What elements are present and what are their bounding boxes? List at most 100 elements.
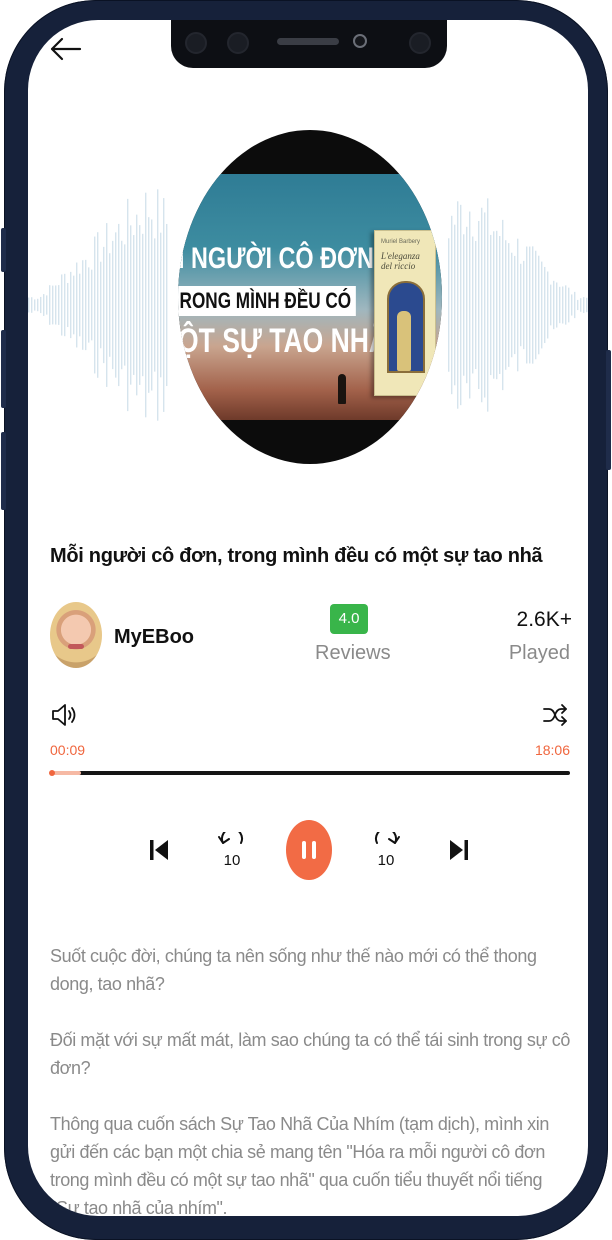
- soundwave-bar: [493, 231, 495, 379]
- soundwave-bar: [523, 260, 525, 350]
- progress-knob[interactable]: [49, 770, 55, 776]
- soundwave-bar: [166, 223, 168, 387]
- soundwave-bar: [88, 267, 90, 343]
- author-avatar[interactable]: [50, 602, 102, 668]
- soundwave-bar: [505, 240, 507, 370]
- soundwave-bar: [82, 260, 84, 350]
- walking-figure: [338, 374, 346, 404]
- soundwave-bar: [556, 282, 558, 328]
- soundwave-bar: [526, 246, 528, 364]
- soundwave-bar: [517, 238, 519, 372]
- soundwave-bar: [67, 282, 69, 328]
- soundwave-bar: [568, 287, 570, 323]
- phone-side-button: [1, 228, 6, 272]
- author-name[interactable]: MyEBoo: [114, 626, 194, 649]
- soundwave-bar: [85, 259, 87, 351]
- progress-bar[interactable]: [49, 770, 570, 776]
- phone-side-button: [1, 330, 6, 408]
- soundwave-bar: [514, 255, 516, 355]
- reviews-label[interactable]: Reviews: [315, 642, 391, 665]
- soundwave-bar: [550, 284, 552, 326]
- soundwave-bar: [586, 297, 588, 313]
- soundwave-bar: [508, 243, 510, 367]
- pause-button[interactable]: [286, 820, 332, 880]
- soundwave-bar: [577, 299, 579, 311]
- soundwave-bar: [487, 198, 489, 412]
- cover-text-line: RONG MÌNH ĐỀU CÓ: [178, 286, 356, 316]
- soundwave-bar: [73, 275, 75, 335]
- soundwave-bar: [37, 298, 39, 312]
- front-camera-lens: [353, 34, 367, 48]
- soundwave-bar: [466, 226, 468, 384]
- soundwave-bar: [55, 285, 57, 325]
- shuffle-button[interactable]: [542, 702, 568, 733]
- soundwave-bar: [46, 295, 48, 315]
- soundwave-bar: [136, 214, 138, 396]
- soundwave-bar: [574, 291, 576, 319]
- book-author: Muriel Barbery: [381, 239, 421, 245]
- shuffle-icon: [543, 704, 567, 726]
- soundwave-bar: [580, 298, 582, 312]
- total-time: 18:06: [534, 742, 570, 758]
- soundwave-bar: [52, 285, 54, 325]
- phone-side-button: [1, 432, 6, 510]
- soundwave-bar: [559, 286, 561, 324]
- soundwave-bar: [148, 217, 150, 393]
- description-paragraph: Đối mặt với sự mất mát, làm sao chúng ta…: [50, 1030, 570, 1078]
- skip-next-icon: [450, 840, 468, 860]
- camera-dot: [185, 32, 207, 54]
- soundwave-bar: [160, 232, 162, 378]
- soundwave-bar: [133, 235, 135, 375]
- soundwave-bar: [49, 285, 51, 325]
- earpiece-speaker: [277, 38, 339, 45]
- soundwave-bar: [571, 294, 573, 316]
- book-title: L'eleganza del riccio: [381, 251, 420, 271]
- camera-dot: [227, 32, 249, 54]
- soundwave-bar: [31, 297, 33, 313]
- back-button[interactable]: [48, 34, 82, 64]
- soundwave-bar: [118, 223, 120, 387]
- next-button[interactable]: [448, 838, 470, 867]
- previous-button[interactable]: [148, 838, 170, 867]
- soundwave-bar: [511, 252, 513, 358]
- skip-previous-icon: [150, 840, 168, 860]
- soundwave-bar: [544, 266, 546, 344]
- soundwave-bar: [100, 261, 102, 349]
- soundwave-bar: [496, 230, 498, 380]
- rewind-10-button[interactable]: 10: [216, 827, 248, 873]
- rating-badge: 4.0: [330, 604, 368, 634]
- soundwave-bar: [469, 211, 471, 399]
- soundwave-bar: [499, 236, 501, 374]
- soundwave-bar: [70, 271, 72, 339]
- soundwave-bar: [520, 263, 522, 347]
- cover-artwork: I NGƯỜI CÔ ĐƠN RONG MÌNH ĐỀU CÓ ỘT SỰ TA…: [178, 130, 442, 464]
- soundwave-bar: [64, 273, 66, 337]
- soundwave-bar: [583, 297, 585, 313]
- volume-button[interactable]: [50, 702, 78, 733]
- description-paragraph: Suốt cuộc đời, chúng ta nên sống như thế…: [50, 946, 537, 994]
- camera-dot: [409, 32, 431, 54]
- current-time: 00:09: [50, 742, 86, 758]
- soundwave-bar: [151, 219, 153, 391]
- soundwave-bar: [28, 297, 30, 313]
- track-title: Mỗi người cô đơn, trong mình đều có một …: [50, 545, 543, 567]
- played-label: Played: [508, 642, 570, 664]
- cover-text-line: I NGƯỜI CÔ ĐƠN: [178, 242, 374, 275]
- soundwave-bar: [121, 240, 123, 370]
- app-screen: I NGƯỜI CÔ ĐƠN RONG MÌNH ĐỀU CÓ ỘT SỰ TA…: [28, 20, 588, 1216]
- soundwave-bar: [127, 198, 129, 412]
- soundwave-bar: [490, 234, 492, 376]
- soundwave-bar: [103, 246, 105, 364]
- forward-label: 10: [378, 852, 395, 868]
- forward-10-button[interactable]: 10: [370, 827, 402, 873]
- soundwave-bar: [61, 274, 63, 336]
- soundwave-bar: [58, 285, 60, 325]
- soundwave-bar: [91, 269, 93, 341]
- rewind-10-icon: 10: [218, 827, 243, 869]
- soundwave-bar: [115, 232, 117, 378]
- soundwave-bar: [478, 220, 480, 390]
- played-count: 2.6K+: [516, 608, 572, 631]
- soundwave-bar: [139, 225, 141, 385]
- soundwave-bar: [112, 240, 114, 370]
- soundwave-bar: [451, 215, 453, 395]
